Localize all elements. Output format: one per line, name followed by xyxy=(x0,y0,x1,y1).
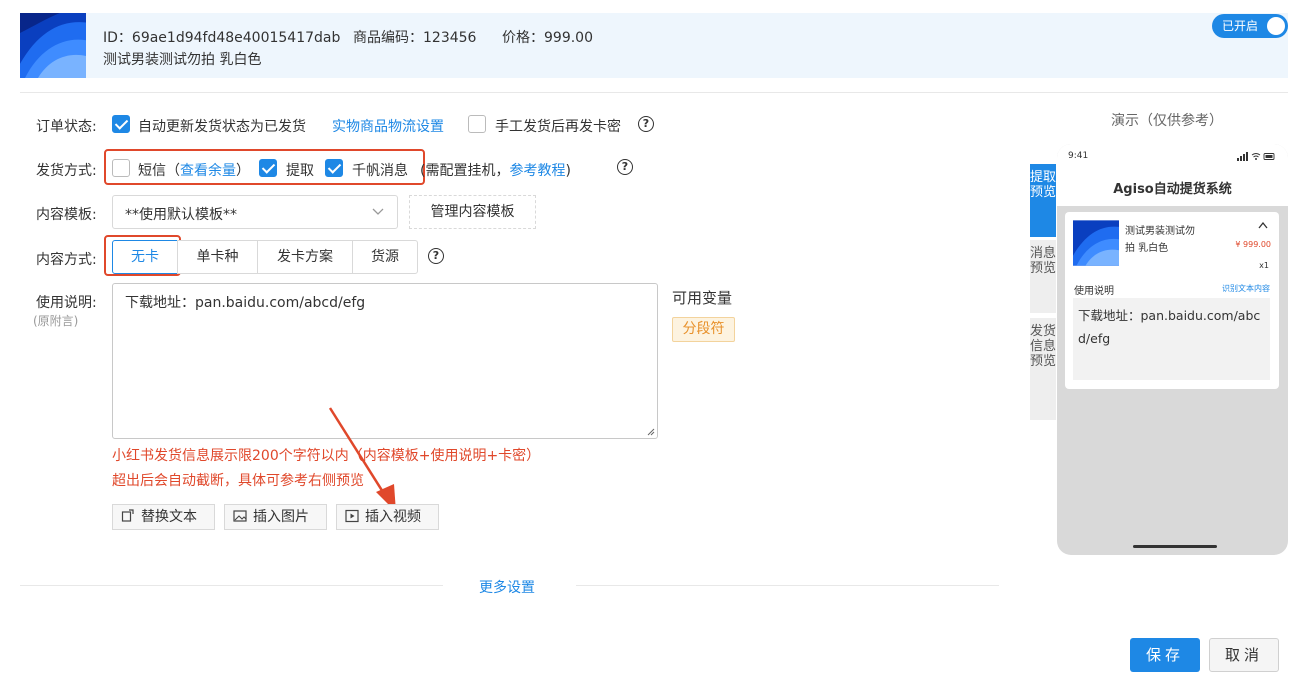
product-id: ID：69ae1d94fd48e40015417dab xyxy=(103,30,341,46)
variables-label: 可用变量 xyxy=(672,289,733,307)
manual-resend-label: 手工发货后再发卡密 xyxy=(495,119,621,135)
qianfan-label: 千帆消息 xyxy=(352,163,408,179)
tab-message-preview[interactable]: 消息预览 xyxy=(1030,240,1056,313)
pickup-label: 提取 xyxy=(286,163,314,179)
instructions-sublabel: (原附言) xyxy=(33,314,79,328)
preview-card: 测试男装测试勿 拍 乳白色 ¥ 999.00 x1 使用说明 识别文本内容 下载… xyxy=(1065,212,1279,389)
mode-single-card[interactable]: 单卡种 xyxy=(177,240,258,274)
preview-item-name-1: 测试男装测试勿 xyxy=(1125,226,1195,237)
auto-update-checkbox[interactable] xyxy=(112,115,130,133)
sms-balance-link[interactable]: 查看余量 xyxy=(180,163,236,179)
qianfan-checkbox[interactable] xyxy=(325,159,343,177)
tab-label: 发货信息预览 xyxy=(1030,324,1057,369)
preview-item-price: ¥ 999.00 xyxy=(1235,240,1271,249)
logistics-settings-link[interactable]: 实物商品物流设置 xyxy=(332,116,444,136)
insert-video-button[interactable]: 插入视频 xyxy=(336,504,439,530)
toggle-knob xyxy=(1267,17,1285,35)
note-pre: (需配置挂机， xyxy=(420,163,510,179)
preview-product-image xyxy=(1073,220,1119,266)
product-price: 价格：999.00 xyxy=(502,30,593,46)
tab-label: 提取预览 xyxy=(1030,170,1057,200)
home-indicator xyxy=(1133,545,1217,548)
order-status-label: 订单状态: xyxy=(36,119,97,135)
phone-preview: 9:41 Agiso自动提货系统 测试男装测试勿 拍 乳白色 ¥ 999.00 … xyxy=(1057,144,1288,555)
template-label: 内容模板: xyxy=(36,207,97,223)
insert-image-label: 插入图片 xyxy=(253,509,309,525)
preview-usage-text-1: 下载地址：pan.baidu.com/abc xyxy=(1078,308,1261,323)
replace-icon xyxy=(121,509,134,522)
more-settings-link[interactable]: 更多设置 xyxy=(479,577,535,597)
chevron-down-icon xyxy=(372,208,384,215)
mode-source[interactable]: 货源 xyxy=(352,240,418,274)
divider xyxy=(576,585,999,586)
tab-pickup-preview[interactable]: 提取预览 xyxy=(1030,164,1056,237)
resize-handle-icon[interactable] xyxy=(647,428,655,436)
preview-item-qty: x1 xyxy=(1259,261,1269,270)
replace-text-button[interactable]: 替换文本 xyxy=(112,504,215,530)
sms-option: 短信（查看余量） xyxy=(138,160,250,180)
preview-usage-text-2: d/efg xyxy=(1078,331,1111,346)
product-code: 商品编码：123456 xyxy=(353,30,477,46)
instructions-label: 使用说明: xyxy=(36,295,97,311)
enable-toggle[interactable]: 已开启 xyxy=(1212,14,1288,38)
manage-template-button[interactable]: 管理内容模板 xyxy=(409,195,536,229)
help-icon[interactable]: ? xyxy=(638,116,654,132)
template-selected: **使用默认模板** xyxy=(125,207,237,223)
save-button[interactable]: 保存 xyxy=(1130,638,1200,672)
toggle-label: 已开启 xyxy=(1222,19,1259,33)
chevron-up-icon[interactable] xyxy=(1258,222,1268,229)
sms-close: ） xyxy=(236,163,250,179)
mode-no-card[interactable]: 无卡 xyxy=(112,240,178,274)
tutorial-link[interactable]: 参考教程 xyxy=(509,163,565,179)
template-select[interactable]: **使用默认模板** xyxy=(112,195,398,229)
cancel-button[interactable]: 取消 xyxy=(1209,638,1279,672)
recognize-text-link[interactable]: 识别文本内容 xyxy=(1222,283,1270,294)
note-post: ) xyxy=(565,163,571,179)
preview-usage-label: 使用说明 xyxy=(1074,286,1114,297)
divider xyxy=(20,585,443,586)
tab-delivery-preview[interactable]: 发货信息预览 xyxy=(1030,318,1056,420)
annotation-arrow-icon xyxy=(328,407,396,512)
mode-card-plan[interactable]: 发卡方案 xyxy=(257,240,353,274)
variable-tag-segment[interactable]: 分段符 xyxy=(672,317,735,342)
auto-update-label: 自动更新发货状态为已发货 xyxy=(138,119,306,135)
help-icon[interactable]: ? xyxy=(617,159,633,175)
preview-title: 演示（仅供参考） xyxy=(1111,113,1223,129)
video-icon xyxy=(345,509,359,523)
phone-app-title: Agiso自动提货系统 xyxy=(1113,182,1232,197)
pickup-checkbox[interactable] xyxy=(259,159,277,177)
product-image xyxy=(20,13,86,78)
sms-checkbox[interactable] xyxy=(112,159,130,177)
content-mode-label: 内容方式: xyxy=(36,252,97,268)
preview-item-name-2: 拍 乳白色 xyxy=(1125,243,1169,254)
preview-usage-box: 下载地址：pan.baidu.com/abc d/efg xyxy=(1073,298,1270,380)
tab-label: 消息预览 xyxy=(1030,246,1057,276)
status-icons xyxy=(1237,152,1275,161)
divider xyxy=(20,92,1288,93)
instructions-value: 下载地址：pan.baidu.com/abcd/efg xyxy=(125,295,366,311)
manual-resend-checkbox[interactable] xyxy=(468,115,486,133)
insert-video-label: 插入视频 xyxy=(365,509,421,525)
phone-time: 9:41 xyxy=(1068,151,1089,161)
delivery-label: 发货方式: xyxy=(36,163,97,179)
help-icon[interactable]: ? xyxy=(428,248,444,264)
image-icon xyxy=(233,510,247,522)
sms-label: 短信（ xyxy=(138,163,180,179)
product-name: 测试男装测试勿拍 乳白色 xyxy=(103,52,262,68)
insert-image-button[interactable]: 插入图片 xyxy=(224,504,327,530)
qianfan-note: (需配置挂机，参考教程) xyxy=(420,160,571,180)
replace-text-label: 替换文本 xyxy=(141,509,197,525)
